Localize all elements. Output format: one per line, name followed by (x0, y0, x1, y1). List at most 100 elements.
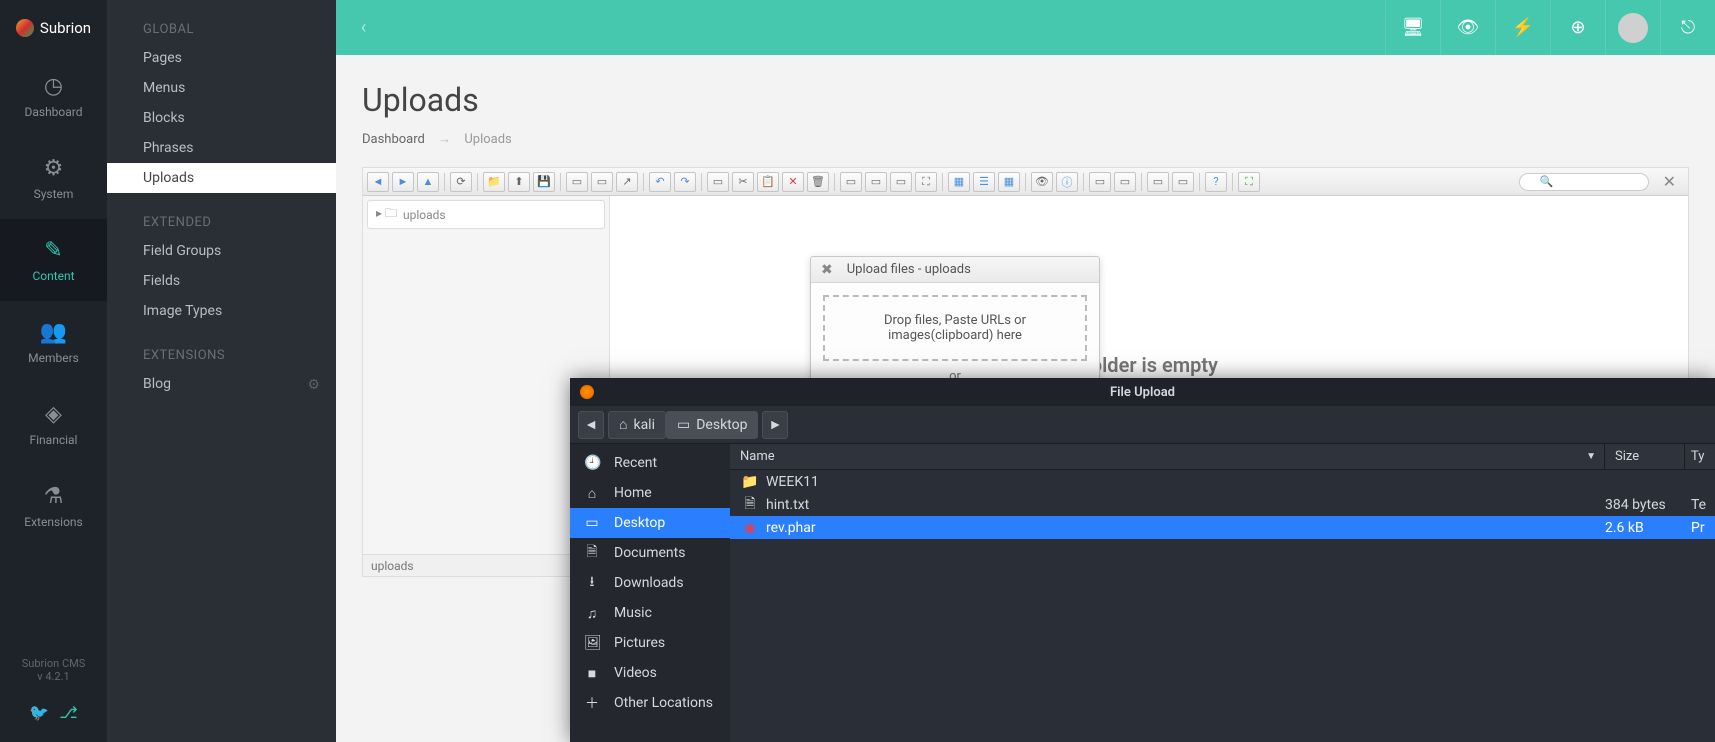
file-icon: 📁 (740, 474, 760, 490)
fm-up-button[interactable]: ▲ (417, 172, 439, 192)
globe-icon[interactable]: ⊕ (1550, 0, 1605, 55)
fm-preview2-button[interactable]: ▭ (591, 172, 613, 192)
breadcrumb-root[interactable]: Dashboard (362, 132, 425, 147)
fd-sidebar: 🕘Recent⌂Home▭Desktop🗎Documents⭳Downloads… (570, 444, 730, 742)
path-seg-desktop[interactable]: ▭Desktop (666, 411, 758, 439)
fd-side-pictures[interactable]: 🖼Pictures (570, 628, 730, 658)
fd-side-music[interactable]: ♫Music (570, 598, 730, 628)
fd-side-downloads[interactable]: ⭳Downloads (570, 568, 730, 598)
sub-item-phrases[interactable]: Phrases (107, 133, 336, 163)
nav-members[interactable]: 👥Members (0, 301, 107, 383)
fm-fullscreen-button[interactable]: ⛶ (1238, 172, 1260, 192)
fm-toolbar: ◄ ► ▲ ⟳ 📁 ⬆ 💾 ▭ ▭ ↗ ↶ ↷ ▭ ✂ 📋 ✕ 🗑 ▭ ▭ ▭ (363, 168, 1688, 196)
sub-item-pages[interactable]: Pages (107, 43, 336, 73)
fm-copy-button[interactable]: ▭ (707, 172, 729, 192)
fm-help-button[interactable]: ? (1205, 172, 1227, 192)
fd-side-desktop[interactable]: ▭Desktop (570, 508, 730, 538)
github-icon[interactable]: ⎇ (59, 703, 77, 722)
sub-item-blocks[interactable]: Blocks (107, 103, 336, 133)
sub-item-uploads[interactable]: Uploads (107, 163, 336, 193)
file-type: Pr (1685, 520, 1715, 536)
upload-close-icon[interactable]: ✖ (821, 262, 833, 278)
fm-open-button[interactable]: ▭ (566, 172, 588, 192)
system-icon: ⚙ (44, 156, 64, 181)
nav-dashboard[interactable]: ◷Dashboard (0, 55, 107, 137)
pictures-icon: 🖼 (584, 635, 600, 651)
fd-side-videos[interactable]: ■Videos (570, 658, 730, 688)
fd-side-recent[interactable]: 🕘Recent (570, 448, 730, 478)
fd-title: File Upload (1110, 385, 1175, 400)
fm-extract-button[interactable]: ▭ (1089, 172, 1111, 192)
logout-icon[interactable]: ⎋ (1660, 0, 1715, 55)
fd-side-documents[interactable]: 🗎Documents (570, 538, 730, 568)
fm-duplicate-button[interactable]: ▭ (840, 172, 862, 192)
fm-back-button[interactable]: ◄ (367, 172, 389, 192)
fd-col-size[interactable]: Size (1605, 444, 1685, 469)
fd-row[interactable]: ◉rev.phar2.6 kBPr (730, 516, 1715, 539)
fd-next-button[interactable]: ► (762, 411, 788, 439)
fd-list-header: Name ▼ Size Ty (730, 444, 1715, 470)
fm-empty-button[interactable]: 🗑 (807, 172, 829, 192)
app-logo[interactable]: Subrion (0, 0, 107, 55)
fm-list-view-button[interactable]: ☰ (973, 172, 995, 192)
fd-row[interactable]: 📁WEEK11 (730, 470, 1715, 493)
upload-dropzone[interactable]: Drop files, Paste URLs or images(clipboa… (823, 295, 1087, 361)
sub-item-fields[interactable]: Fields (107, 266, 336, 296)
fm-reload-button[interactable]: ⟳ (450, 172, 472, 192)
sub-item-image-types[interactable]: Image Types (107, 296, 336, 326)
fm-tree-root[interactable]: ▸ 🗀 uploads (367, 200, 605, 229)
fm-archive-button[interactable]: ▭ (1114, 172, 1136, 192)
preview-icon[interactable]: 👁 (1440, 0, 1495, 55)
fd-side-other-locations[interactable]: ＋Other Locations (570, 688, 730, 718)
desktop-icon[interactable]: 🖥 (1385, 0, 1440, 55)
fm-redo-button[interactable]: ↷ (674, 172, 696, 192)
videos-icon: ■ (584, 665, 600, 682)
fm-edit-button[interactable]: ▭ (890, 172, 912, 192)
music-icon: ♫ (584, 605, 600, 622)
nav-content[interactable]: ✎Content (0, 219, 107, 301)
sub-item-menus[interactable]: Menus (107, 73, 336, 103)
fm-info-button[interactable]: ⓘ (1056, 172, 1078, 192)
fm-view1-button[interactable]: 👁 (1031, 172, 1053, 192)
social-links: 🐦 ⎇ (29, 693, 77, 742)
upload-dialog-header[interactable]: ✖ Upload files - uploads (811, 257, 1099, 283)
financial-icon: ◈ (45, 402, 62, 427)
fm-forward-button[interactable]: ► (392, 172, 414, 192)
fd-row[interactable]: 🗎hint.txt384 bytesTe (730, 493, 1715, 516)
nav-label: Dashboard (24, 105, 82, 119)
fm-chmod-button[interactable]: ▭ (1172, 172, 1194, 192)
fm-undo-button[interactable]: ↶ (649, 172, 671, 192)
page-title: Uploads (362, 81, 1689, 119)
fm-delete-button[interactable]: ✕ (782, 172, 804, 192)
fm-grid-view-button[interactable]: ▦ (948, 172, 970, 192)
fd-side-home[interactable]: ⌂Home (570, 478, 730, 508)
fm-rename-button[interactable]: ▭ (865, 172, 887, 192)
firefox-icon (580, 385, 594, 399)
fm-select-button[interactable]: ↗ (616, 172, 638, 192)
fm-search-input[interactable] (1519, 173, 1649, 191)
bolt-icon[interactable]: ⚡ (1495, 0, 1550, 55)
fm-download-button[interactable]: 💾 (533, 172, 555, 192)
fd-col-name[interactable]: Name ▼ (730, 444, 1605, 469)
nav-financial[interactable]: ◈Financial (0, 383, 107, 465)
sub-item-blog[interactable]: Blog⚙ (107, 369, 336, 399)
fm-sort-button[interactable]: ▦ (998, 172, 1020, 192)
path-seg-kali[interactable]: ⌂kali (608, 411, 666, 439)
gear-icon[interactable]: ⚙ (307, 377, 320, 393)
user-avatar[interactable] (1605, 0, 1660, 55)
fm-places-button[interactable]: ▭ (1147, 172, 1169, 192)
fm-search-close-icon[interactable]: ✕ (1655, 172, 1684, 191)
fd-col-type[interactable]: Ty (1685, 444, 1715, 469)
fd-prev-button[interactable]: ◄ (578, 411, 604, 439)
twitter-icon[interactable]: 🐦 (29, 703, 49, 722)
back-button[interactable]: ‹ (336, 17, 391, 38)
fm-paste-button[interactable]: 📋 (757, 172, 779, 192)
nav-system[interactable]: ⚙System (0, 137, 107, 219)
fd-titlebar[interactable]: File Upload (570, 378, 1715, 406)
nav-extensions[interactable]: ⚗Extensions (0, 465, 107, 547)
fm-cut-button[interactable]: ✂ (732, 172, 754, 192)
fm-upload-button[interactable]: ⬆ (508, 172, 530, 192)
sub-item-field-groups[interactable]: Field Groups (107, 236, 336, 266)
fm-newfolder-button[interactable]: 📁 (483, 172, 505, 192)
fm-resize-button[interactable]: ⛶ (915, 172, 937, 192)
